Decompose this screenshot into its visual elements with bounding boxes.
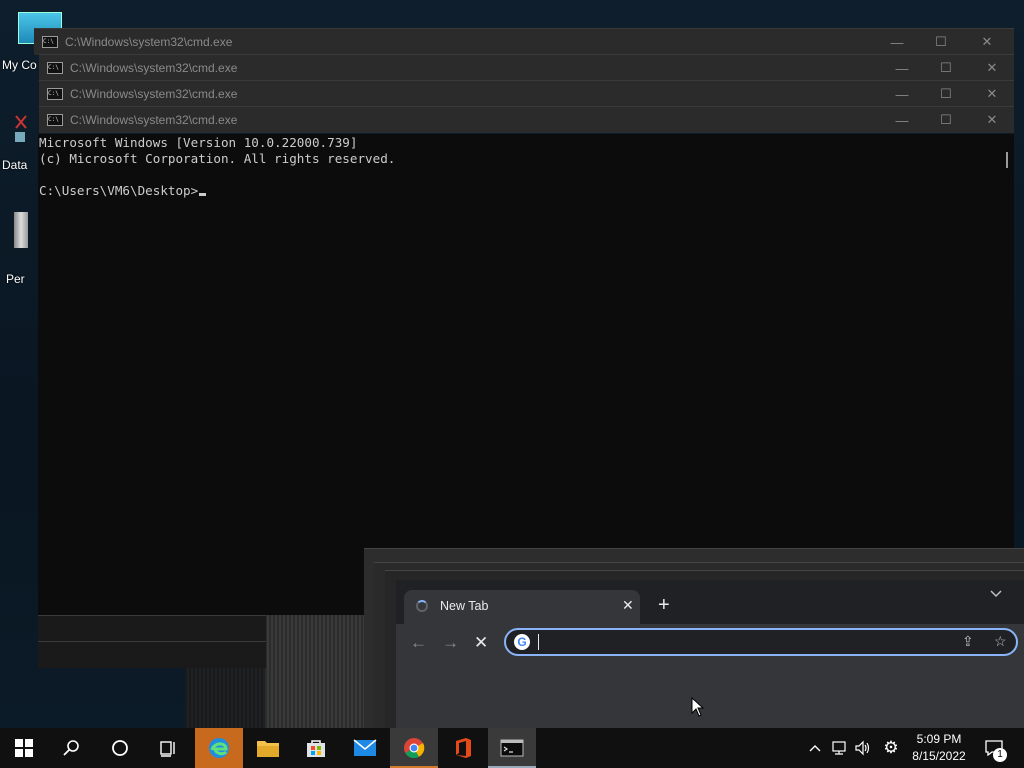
prompt-text: C:\Users\VM6\Desktop> xyxy=(39,183,199,198)
show-hidden-icons-button[interactable] xyxy=(806,728,824,768)
task-view-button[interactable] xyxy=(144,728,192,768)
terminal-button[interactable] xyxy=(488,728,536,768)
forward-button[interactable]: → xyxy=(442,633,459,653)
start-button[interactable] xyxy=(0,728,48,768)
window-title: C:\Windows\system32\cmd.exe xyxy=(70,113,238,127)
mail-button[interactable] xyxy=(341,728,389,768)
text-cursor xyxy=(199,193,207,196)
address-bar[interactable]: G ⇪ ☆ xyxy=(504,628,1018,656)
task-view-icon xyxy=(160,741,175,757)
chrome-icon xyxy=(404,738,425,759)
minimize-button[interactable]: — xyxy=(879,55,925,81)
cmd-icon xyxy=(500,739,524,757)
search-button[interactable] xyxy=(48,728,96,768)
window-title: C:\Windows\system32\cmd.exe xyxy=(70,61,238,75)
bookmark-star-icon[interactable]: ☆ xyxy=(994,633,1007,650)
volume-button[interactable] xyxy=(852,728,874,768)
cmd-icon: C:\ xyxy=(42,36,58,48)
close-button[interactable]: ✕ xyxy=(969,55,1015,81)
window-title: C:\Windows\system32\cmd.exe xyxy=(65,35,233,49)
minimize-button[interactable]: — xyxy=(874,29,920,55)
taskbar: ⚙ 5:09 PM 8/15/2022 1 xyxy=(0,728,1024,768)
volume-icon xyxy=(855,740,870,756)
mouse-pointer-icon xyxy=(691,696,705,722)
console-output[interactable]: Microsoft Windows [Version 10.0.22000.73… xyxy=(38,134,1014,615)
shortcut-icon xyxy=(14,114,28,142)
notification-badge: 1 xyxy=(993,748,1007,762)
gear-icon: ⚙ xyxy=(883,738,899,757)
cmd-window-2-titlebar[interactable]: C:\ C:\Windows\system32\cmd.exe — ☐ ✕ xyxy=(39,54,1014,81)
circle-icon xyxy=(112,740,128,756)
cmd-icon: C:\ xyxy=(47,88,63,100)
cmd-bottom-strip xyxy=(38,641,266,642)
text-caret xyxy=(538,634,539,650)
stop-button[interactable]: ✕ xyxy=(474,633,488,653)
window-title: C:\Windows\system32\cmd.exe xyxy=(70,87,238,101)
console-line: (c) Microsoft Corporation. All rights re… xyxy=(39,151,396,166)
cmd-icon: C:\ xyxy=(47,114,63,126)
chevron-up-icon xyxy=(809,745,821,752)
google-icon: G xyxy=(514,634,530,650)
maximize-button[interactable]: ☐ xyxy=(923,55,969,81)
cmd-window-4-titlebar[interactable]: C:\ C:\Windows\system32\cmd.exe — ☐ ✕ xyxy=(39,106,1014,133)
page-content[interactable] xyxy=(396,664,1024,728)
cmd-window-1-titlebar[interactable]: C:\ C:\Windows\system32\cmd.exe — ☐ ✕ xyxy=(34,28,1014,55)
search-icon xyxy=(63,740,79,756)
office-icon xyxy=(456,738,471,758)
maximize-button[interactable]: ☐ xyxy=(923,81,969,107)
minimize-button[interactable]: — xyxy=(879,81,925,107)
folder-icon xyxy=(257,741,279,757)
clock[interactable]: 5:09 PM 8/15/2022 xyxy=(905,731,973,765)
maximize-button[interactable]: ☐ xyxy=(923,107,969,133)
back-button[interactable]: ← xyxy=(410,633,427,653)
tab-new-tab[interactable]: New Tab ✕ xyxy=(404,590,640,624)
console-prompt[interactable]: C:\Users\VM6\Desktop> xyxy=(39,183,207,199)
network-button[interactable] xyxy=(828,728,850,768)
cmd-window-3-titlebar[interactable]: C:\ C:\Windows\system32\cmd.exe — ☐ ✕ xyxy=(39,80,1014,107)
render-artifact xyxy=(265,615,375,728)
new-tab-button[interactable]: + xyxy=(658,594,670,617)
edge-button[interactable] xyxy=(195,728,243,768)
close-button[interactable]: ✕ xyxy=(969,107,1015,133)
chrome-button[interactable] xyxy=(390,728,438,768)
tab-close-icon[interactable]: ✕ xyxy=(622,597,634,614)
store-button[interactable] xyxy=(292,728,340,768)
scrollbar[interactable] xyxy=(1000,134,1014,540)
mail-icon xyxy=(353,739,377,756)
network-icon xyxy=(832,741,846,755)
minimize-button[interactable]: — xyxy=(879,107,925,133)
scrollbar-thumb[interactable] xyxy=(1006,152,1008,168)
clock-date: 8/15/2022 xyxy=(912,749,966,763)
tab-search-chevron-icon[interactable] xyxy=(990,586,1002,601)
close-button[interactable]: ✕ xyxy=(964,29,1010,55)
console-line: Microsoft Windows [Version 10.0.22000.73… xyxy=(39,135,358,150)
address-input[interactable] xyxy=(536,632,940,654)
chrome-window: New Tab ✕ + ← → ✕ G ⇪ ☆ xyxy=(396,580,1024,728)
windows-icon xyxy=(15,739,33,757)
loading-spinner-icon xyxy=(416,600,428,612)
settings-button[interactable]: ⚙ xyxy=(880,728,902,768)
tab-title: New Tab xyxy=(440,599,489,613)
clock-time: 5:09 PM xyxy=(916,732,962,746)
store-icon xyxy=(307,740,325,757)
cmd-icon: C:\ xyxy=(47,62,63,74)
close-button[interactable]: ✕ xyxy=(969,81,1015,107)
chrome-toolbar: ← → ✕ G ⇪ ☆ xyxy=(396,624,1024,664)
edge-icon xyxy=(209,738,229,758)
share-icon[interactable]: ⇪ xyxy=(962,633,974,650)
file-explorer-button[interactable] xyxy=(244,728,292,768)
cortana-button[interactable] xyxy=(96,728,144,768)
tab-strip: New Tab ✕ + xyxy=(396,580,1024,624)
office-button[interactable] xyxy=(439,728,487,768)
file-icon xyxy=(14,212,28,248)
maximize-button[interactable]: ☐ xyxy=(918,29,964,55)
notifications-button[interactable]: 1 xyxy=(980,728,1008,768)
